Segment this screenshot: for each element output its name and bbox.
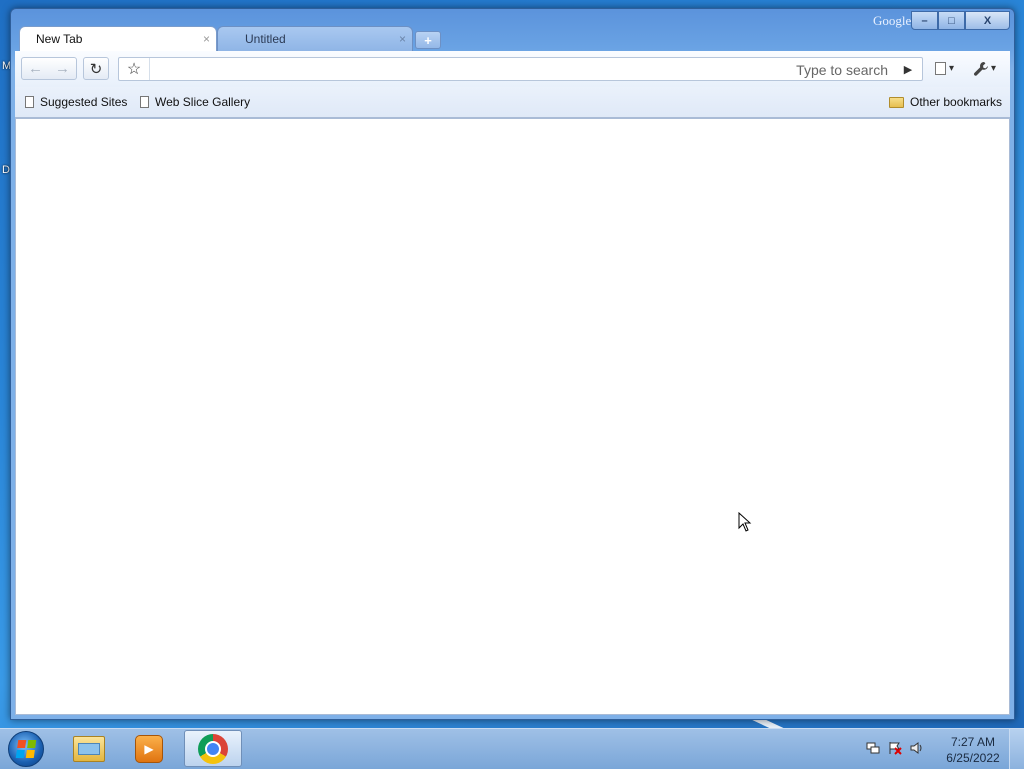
star-icon: ☆ (126, 61, 142, 78)
back-arrow-icon[interactable]: ← (22, 60, 49, 77)
bookmark-label: Suggested Sites (40, 95, 128, 109)
maximize-icon: □ (948, 14, 955, 27)
taskbar-media-player[interactable]: ▶ (120, 730, 178, 767)
bookmark-label: Web Slice Gallery (155, 95, 251, 109)
page-menu-button[interactable]: ▾ (935, 57, 954, 80)
desktop-icon-label-2[interactable]: D (2, 164, 10, 176)
mouse-cursor-icon (738, 512, 752, 532)
tab-close-icon[interactable]: × (203, 32, 210, 46)
maximize-button[interactable]: □ (938, 11, 965, 30)
system-tray (866, 741, 924, 755)
bookmarks-bar: Suggested Sites Web Slice Gallery Other … (15, 87, 1010, 118)
clock-time: 7:27 AM (950, 735, 996, 749)
minimize-button[interactable]: – (911, 11, 938, 30)
windows-logo-icon (15, 740, 37, 758)
omnibox[interactable]: ☆ Type to search ▶ (118, 57, 923, 81)
tab-untitled[interactable]: Untitled × (217, 26, 413, 51)
folder-icon (889, 96, 904, 108)
other-bookmarks[interactable]: Other bookmarks (889, 95, 1002, 109)
chevron-down-icon: ▾ (991, 63, 997, 74)
new-tab-button[interactable]: + (415, 31, 441, 49)
forward-arrow-icon[interactable]: → (49, 60, 76, 77)
taskbar-clock[interactable]: 7:27 AM 6/25/2022 (938, 734, 1008, 766)
browser-toolbar: ← → ↻ ☆ Type to search ▶ ▾ ▾ (15, 51, 1010, 87)
chevron-down-icon: ▾ (949, 63, 955, 74)
close-window-button[interactable]: X (965, 11, 1010, 30)
play-icon: ▶ (903, 63, 913, 76)
search-hint-text: Type to search (796, 62, 888, 78)
action-center-flag-icon[interactable] (888, 741, 902, 755)
tools-menu-button[interactable]: ▾ (973, 57, 996, 80)
media-player-icon: ▶ (135, 734, 163, 763)
taskbar-windows-explorer[interactable] (60, 730, 118, 767)
browser-window: Google – □ X New Tab × Untitled × + ← → … (10, 8, 1015, 720)
tab-new-tab[interactable]: New Tab × (19, 26, 217, 51)
bookmark-star-button[interactable]: ☆ (119, 58, 150, 80)
network-icon[interactable] (866, 741, 880, 755)
address-input[interactable] (151, 60, 775, 80)
page-content[interactable] (15, 118, 1010, 715)
taskbar: ▶ 7:27 AM 6/25/2022 (0, 728, 1024, 769)
page-icon (935, 62, 946, 75)
google-brand-label: Google (873, 13, 912, 28)
page-icon (140, 96, 149, 108)
minimize-icon: – (921, 14, 928, 27)
reload-icon: ↻ (89, 60, 103, 78)
chrome-icon (198, 733, 228, 764)
back-forward-group: ← → (21, 57, 77, 80)
taskbar-chrome[interactable] (184, 730, 242, 767)
close-icon: X (983, 14, 992, 27)
plus-icon: + (424, 32, 432, 48)
window-caption-buttons: – □ X (911, 11, 1010, 30)
wrench-icon (974, 61, 988, 76)
tab-label: New Tab (36, 32, 83, 46)
tab-label: Untitled (245, 32, 286, 46)
clock-date: 6/25/2022 (946, 751, 1000, 765)
page-icon (25, 96, 34, 108)
volume-icon[interactable] (910, 741, 924, 755)
bookmark-suggested-sites[interactable]: Suggested Sites (25, 95, 127, 109)
tab-close-icon[interactable]: × (399, 32, 406, 46)
folder-explorer-icon (73, 735, 105, 762)
start-button[interactable] (8, 731, 44, 767)
go-button[interactable]: ▶ (894, 58, 922, 80)
show-desktop-button[interactable] (1009, 729, 1024, 769)
other-bookmarks-label: Other bookmarks (910, 95, 1003, 109)
reload-button[interactable]: ↻ (83, 57, 109, 80)
bookmark-web-slice-gallery[interactable]: Web Slice Gallery (140, 95, 250, 109)
